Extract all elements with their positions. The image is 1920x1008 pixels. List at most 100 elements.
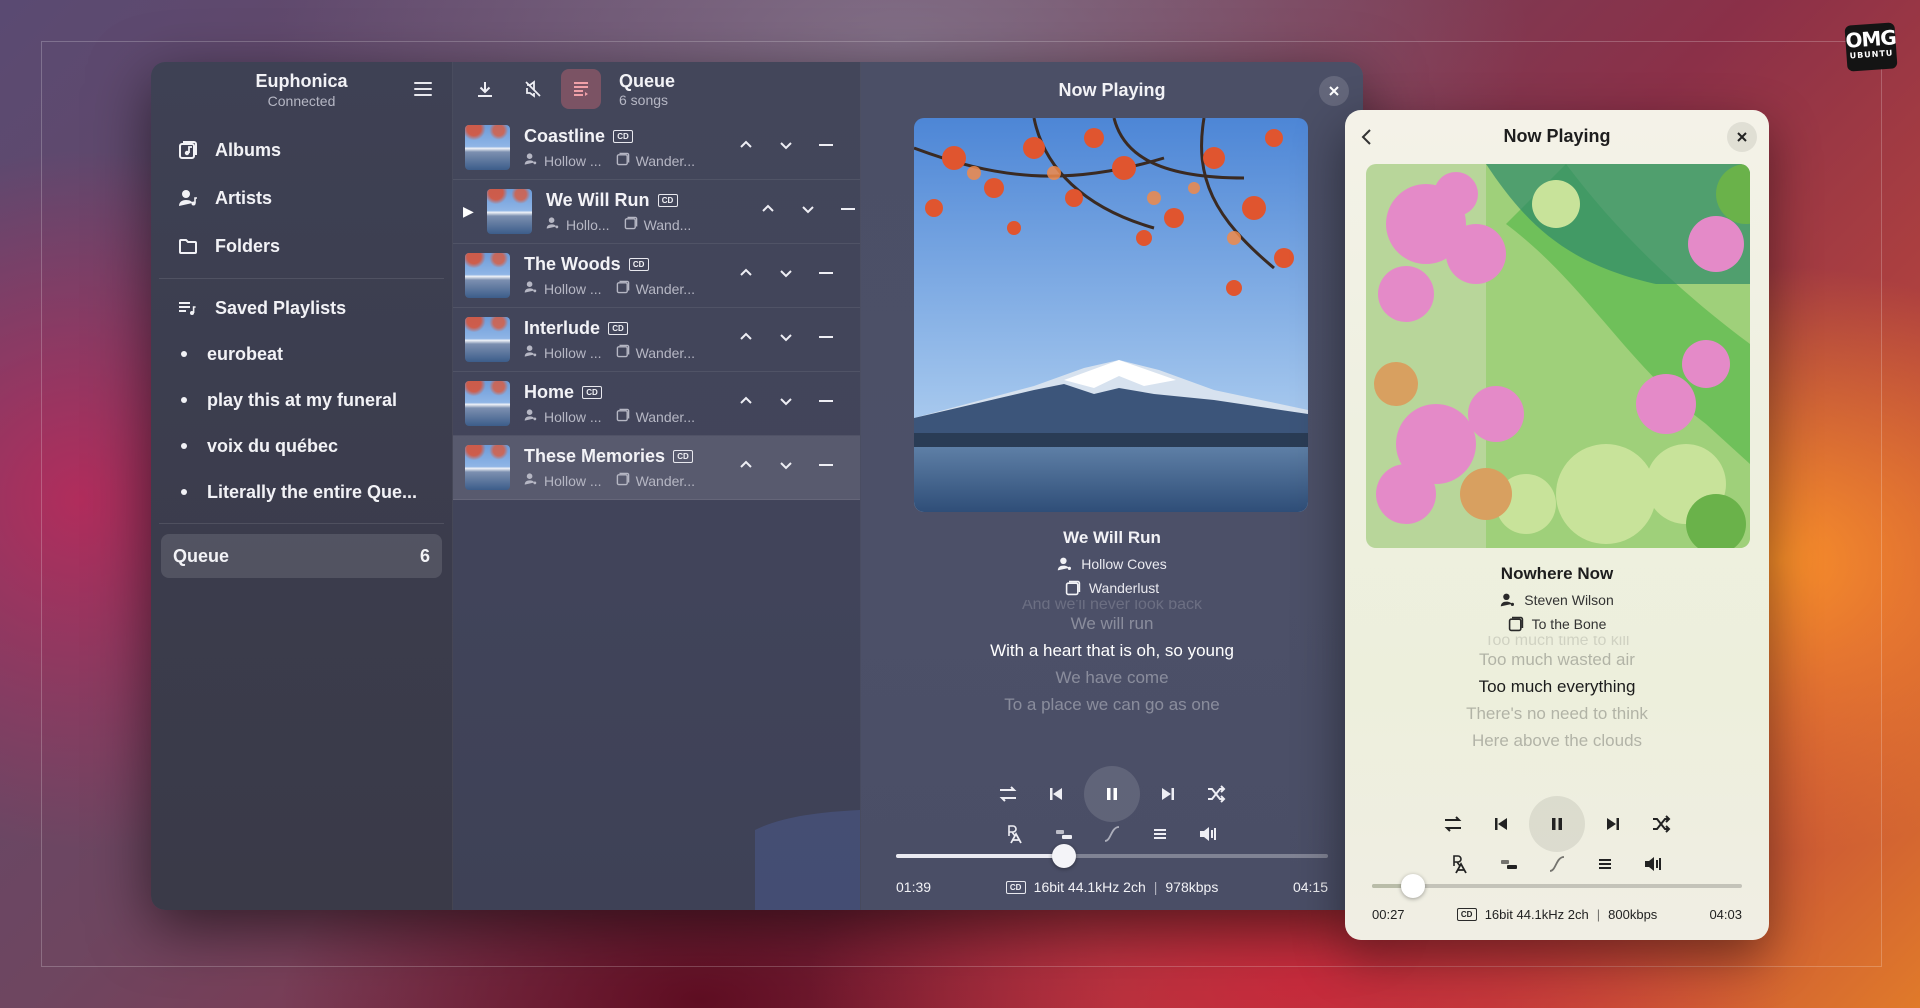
sidebar-item-playlist[interactable]: eurobeat [151, 331, 452, 377]
move-down-button[interactable] [766, 384, 806, 424]
bullet-icon [181, 443, 187, 449]
shuffle-button[interactable] [1192, 770, 1240, 818]
album-icon [1508, 616, 1523, 632]
seek-handle[interactable] [1400, 874, 1425, 898]
shuffle-button[interactable] [1637, 800, 1685, 848]
move-up-button[interactable] [726, 384, 766, 424]
mini-seek-bar[interactable] [1372, 874, 1742, 898]
playlist-label: Literally the entire Que... [207, 481, 418, 502]
track-thumbnail [465, 317, 510, 362]
minus-icon [817, 329, 835, 350]
album-name: Wander... [635, 152, 695, 169]
queue-nav-label: Queue [173, 545, 230, 566]
volume-button[interactable] [1184, 814, 1232, 854]
artist-name: Hollow ... [544, 344, 602, 361]
sidebar-item-folders[interactable]: Folders [161, 222, 442, 270]
mini-lyrics-panel: Too much time to kill Too much wasted ai… [1345, 636, 1769, 754]
remove-button[interactable] [806, 384, 846, 424]
album-icon [616, 472, 636, 489]
sidebar-item-albums[interactable]: Albums [161, 126, 442, 174]
move-down-button[interactable] [788, 192, 828, 232]
lyric-line: Here above the clouds [1471, 731, 1643, 750]
album-art [914, 118, 1308, 512]
queue-album: Wander... [616, 152, 695, 169]
sidebar-item-label: Albums [215, 139, 282, 160]
remove-button[interactable] [828, 192, 860, 232]
previous-button[interactable] [1032, 770, 1080, 818]
repeat-icon [999, 786, 1017, 802]
sidebar-item-playlist[interactable]: play this at my funeral [151, 377, 452, 423]
mini-track-album[interactable]: To the Bone [1345, 616, 1769, 632]
saved-playlists-header[interactable]: Saved Playlists [151, 285, 452, 331]
remove-button[interactable] [806, 320, 846, 360]
shuffle-icon [1653, 815, 1671, 833]
sidebar-item-artists[interactable]: Artists [161, 174, 442, 222]
queue-row-info: These Memories CD Hollow ... Wander... [524, 446, 722, 489]
remove-button[interactable] [806, 448, 846, 488]
lyrics-toggle-button[interactable] [1136, 814, 1184, 854]
save-queue-button[interactable] [465, 69, 505, 109]
queue-view-button[interactable] [561, 69, 601, 109]
move-down-button[interactable] [766, 128, 806, 168]
queue-row-actions [748, 192, 860, 232]
move-up-button[interactable] [726, 128, 766, 168]
queue-row[interactable]: Interlude CD Hollow ... Wander... [453, 308, 860, 372]
next-button[interactable] [1144, 770, 1192, 818]
bitrate-text: 978kbps [1165, 879, 1219, 895]
repeat-button[interactable] [1429, 800, 1477, 848]
seek-handle[interactable] [1052, 844, 1077, 868]
move-up-button[interactable] [726, 320, 766, 360]
move-down-button[interactable] [766, 256, 806, 296]
album-icon [616, 152, 636, 169]
mini-track-artist[interactable]: Steven Wilson [1345, 592, 1769, 608]
previous-button[interactable] [1477, 800, 1525, 848]
queue-artist: Hollow ... [524, 472, 602, 489]
bullet-icon [181, 397, 187, 403]
remove-button[interactable] [806, 256, 846, 296]
close-button[interactable] [1319, 76, 1349, 106]
queue-row[interactable]: Home CD Hollow ... Wander... [453, 372, 860, 436]
now-playing-pane: Now Playing We Will Run Hollow Coves Wan… [861, 62, 1363, 910]
mixramp-button[interactable] [1088, 814, 1136, 854]
move-up-button[interactable] [748, 192, 788, 232]
minus-icon [817, 457, 835, 478]
chevron-up-icon [738, 265, 754, 286]
move-up-button[interactable] [726, 256, 766, 296]
lyrics-toggle-button[interactable] [1581, 844, 1629, 884]
main-window: Euphonica Connected Albums Artists Folde… [151, 62, 1363, 910]
track-album[interactable]: Wanderlust [861, 580, 1363, 596]
menu-button[interactable] [412, 78, 434, 100]
repeat-button[interactable] [984, 770, 1032, 818]
sidebar-item-queue[interactable]: Queue 6 [161, 534, 442, 578]
artist-name: Hollow ... [544, 280, 602, 297]
sidebar-item-playlist[interactable]: voix du québec [151, 423, 452, 469]
back-button[interactable] [1355, 125, 1379, 149]
lyric-line: Too much time to kill [1484, 636, 1630, 646]
remove-button[interactable] [806, 128, 846, 168]
playlist-label: voix du québec [207, 435, 339, 456]
queue-row[interactable]: Coastline CD Hollow ... Wander... [453, 116, 860, 180]
volume-button[interactable] [1629, 844, 1677, 884]
track-artist[interactable]: Hollow Coves [861, 556, 1363, 572]
mixramp-button[interactable] [1533, 844, 1581, 884]
mute-icon [525, 80, 541, 98]
consume-toggle-button[interactable] [513, 69, 553, 109]
close-icon [1329, 86, 1339, 96]
queue-meta: Hollo... Wand... [546, 216, 744, 233]
replaygain-button[interactable] [992, 814, 1040, 854]
seek-bar[interactable] [896, 844, 1328, 868]
move-down-button[interactable] [766, 448, 806, 488]
queue-pane: Queue 6 songs Coastline CD Hollow ... Wande… [453, 62, 861, 910]
mini-close-button[interactable] [1727, 122, 1757, 152]
queue-row[interactable]: These Memories CD Hollow ... Wander... [453, 436, 860, 500]
replaygain-button[interactable] [1437, 844, 1485, 884]
queue-row-actions [726, 256, 846, 296]
move-down-button[interactable] [766, 320, 806, 360]
next-button[interactable] [1589, 800, 1637, 848]
crossfade-button[interactable] [1485, 844, 1533, 884]
queue-album: Wander... [616, 408, 695, 425]
queue-row[interactable]: ▶ We Will Run CD Hollo... Wand... [453, 180, 860, 244]
move-up-button[interactable] [726, 448, 766, 488]
queue-row[interactable]: The Woods CD Hollow ... Wander... [453, 244, 860, 308]
sidebar-item-playlist[interactable]: Literally the entire Que... [151, 469, 452, 515]
